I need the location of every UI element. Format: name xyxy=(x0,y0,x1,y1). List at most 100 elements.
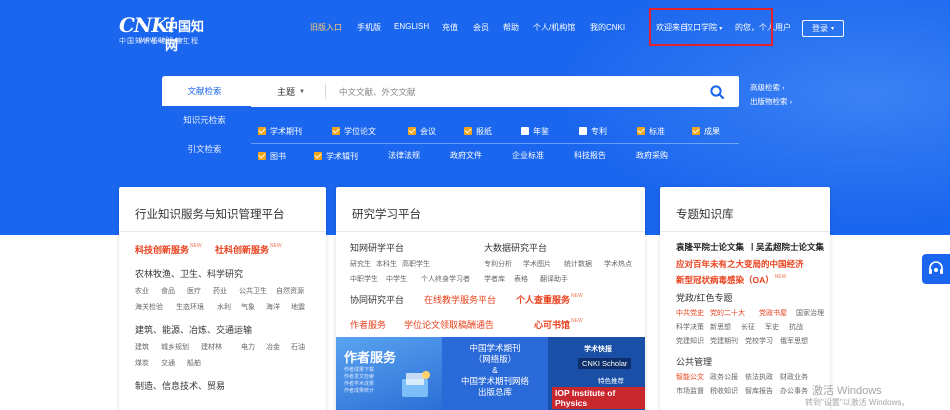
topic-link[interactable]: 办公事务 xyxy=(780,386,808,396)
banner-scholar[interactable]: 学术快报 CNKI Scholar 特色推荐 IOP Institute of … xyxy=(548,337,645,410)
link-author-service[interactable]: 作者服务 xyxy=(350,318,386,331)
industry-link[interactable]: 公共卫生 xyxy=(239,286,267,296)
nav-recharge[interactable]: 充值 xyxy=(442,22,458,36)
study-link[interactable]: 个人终身学习者 xyxy=(421,274,470,284)
study-link[interactable]: 研究生 xyxy=(350,259,371,269)
promo-banner[interactable]: 作者服务 作者成果下载 作者发文检索 作者学术成果 作者成果统计 中国学术期刊 … xyxy=(336,337,645,410)
link-plagiarism-check[interactable]: 个人查重服务NEW xyxy=(516,293,583,306)
link-social-innovation[interactable]: 社科创新服务NEW xyxy=(215,243,282,256)
topic-link[interactable]: 国家治理 xyxy=(796,308,824,318)
industry-link[interactable]: 冶金 xyxy=(266,342,280,352)
industry-link[interactable]: 石油 xyxy=(291,342,305,352)
study-link[interactable]: 高职学生 xyxy=(402,259,430,269)
link-collab-research[interactable]: 协同研究平台 xyxy=(350,293,404,306)
customer-service-button[interactable] xyxy=(922,254,950,284)
industry-link[interactable]: 农业 xyxy=(135,286,149,296)
search-icon[interactable] xyxy=(709,84,725,100)
checkbox-thesis[interactable]: 学位论文 xyxy=(332,125,376,137)
topic-link[interactable]: 政务公报 xyxy=(710,372,738,382)
topic-link[interactable]: 俄军思想 xyxy=(780,336,808,346)
link-gov-procurement[interactable]: 政府采购 xyxy=(636,150,668,161)
nav-old-version[interactable]: 旧版入口 xyxy=(310,22,342,36)
link-wu-papers[interactable]: 吴孟超院士论文集 xyxy=(756,241,824,253)
nav-english[interactable]: ENGLISH xyxy=(394,22,429,36)
bigdata-link[interactable]: 统计数据 xyxy=(564,259,592,269)
industry-link[interactable]: 建筑 xyxy=(135,342,149,352)
industry-link[interactable]: 生态环境 xyxy=(176,302,204,312)
checkbox-newspaper[interactable]: 报纸 xyxy=(464,125,492,137)
topic-link[interactable]: 智库报告 xyxy=(745,386,773,396)
banner-author-service[interactable]: 作者服务 作者成果下载 作者发文检索 作者学术成果 作者成果统计 xyxy=(336,337,442,410)
link-thesis-royalty[interactable]: 学位论文领取稿酬通告 xyxy=(404,318,494,331)
link-cnki-study[interactable]: 知网研学平台 xyxy=(350,241,404,254)
search-input[interactable] xyxy=(339,83,699,100)
industry-link[interactable]: 建材林 xyxy=(201,342,222,352)
topic-link[interactable]: 科学决策 xyxy=(676,322,704,332)
link-yuan-papers[interactable]: 袁隆平院士论文集 xyxy=(676,241,744,253)
advanced-search-link[interactable]: 高级检索 › xyxy=(750,82,785,93)
link-covid[interactable]: 新型冠状病毒感染（OA）NEW xyxy=(676,274,786,286)
topic-link[interactable]: 党建期刊 xyxy=(710,336,738,346)
study-link[interactable]: 中职学生 xyxy=(350,274,378,284)
login-button[interactable]: 登录 ▾ xyxy=(802,20,844,37)
topic-link[interactable]: 长征 xyxy=(741,322,755,332)
industry-link[interactable]: 船舶 xyxy=(187,358,201,368)
topic-link[interactable]: 中共党史 xyxy=(676,308,704,318)
industry-link[interactable]: 自然资源 xyxy=(276,286,304,296)
topic-link[interactable]: 市场监督 xyxy=(676,386,704,396)
industry-link[interactable]: 海洋 xyxy=(266,302,280,312)
bigdata-link[interactable]: 翻译助手 xyxy=(540,274,568,284)
industry-link[interactable]: 电力 xyxy=(241,342,255,352)
bigdata-link[interactable]: 学术图片 xyxy=(523,259,551,269)
link-laws[interactable]: 法律法规 xyxy=(388,150,420,161)
nav-help[interactable]: 帮助 xyxy=(503,22,519,36)
bigdata-link[interactable]: 专利分析 xyxy=(484,259,512,269)
industry-link[interactable]: 海关检验 xyxy=(135,302,163,312)
nav-personal-library[interactable]: 个人/机构馆 xyxy=(533,22,575,36)
industry-link[interactable]: 地震 xyxy=(291,302,305,312)
industry-link[interactable]: 城乡规划 xyxy=(161,342,189,352)
nav-my-cnki[interactable]: 我的CNKI xyxy=(590,22,625,36)
link-bookhall[interactable]: 心可书馆NEW xyxy=(534,318,583,331)
topic-link[interactable]: 党的二十大 xyxy=(710,308,745,318)
nav-member[interactable]: 会员 xyxy=(473,22,489,36)
link-enterprise-standards[interactable]: 企业标准 xyxy=(512,150,544,161)
link-gov-docs[interactable]: 政府文件 xyxy=(450,150,482,161)
topic-link[interactable]: 党政书屋 xyxy=(759,308,787,318)
study-link[interactable]: 本科生 xyxy=(376,259,397,269)
bigdata-link[interactable]: 学者库 xyxy=(484,274,505,284)
industry-link[interactable]: 水利 xyxy=(217,302,231,312)
topic-link[interactable]: 抗战 xyxy=(789,322,803,332)
industry-link[interactable]: 煤炭 xyxy=(135,358,149,368)
checkbox-journal[interactable]: 学术期刊 xyxy=(258,125,302,137)
link-china-economy[interactable]: 应对百年未有之大变局的中国经济 xyxy=(676,258,804,270)
topic-link[interactable]: 军史 xyxy=(765,322,779,332)
tab-citation-search[interactable]: 引文检索 xyxy=(162,134,247,164)
link-tech-innovation[interactable]: 科技创新服务NEW xyxy=(135,243,202,256)
checkbox-academic-collection[interactable]: 学术辑刊 xyxy=(314,150,358,162)
industry-link[interactable]: 医疗 xyxy=(187,286,201,296)
industry-link[interactable]: 食品 xyxy=(161,286,175,296)
industry-link[interactable]: 药业 xyxy=(213,286,227,296)
banner-journal[interactable]: 中国学术期刊 （网络版） & 中国学术期刊网络 出版总库 xyxy=(442,337,548,410)
study-link[interactable]: 中学生 xyxy=(386,274,407,284)
checkbox-book[interactable]: 图书 xyxy=(258,150,286,162)
checkbox-yearbook[interactable]: 年鉴 xyxy=(521,125,549,137)
checkbox-achievement[interactable]: 成果 xyxy=(692,125,720,137)
publication-search-link[interactable]: 出版物检索 › xyxy=(750,96,792,107)
nav-mobile[interactable]: 手机版 xyxy=(357,22,381,36)
link-tech-reports[interactable]: 科技报告 xyxy=(574,150,606,161)
checkbox-conference[interactable]: 会议 xyxy=(408,125,436,137)
tab-knowledge-search[interactable]: 知识元检索 xyxy=(162,105,247,135)
industry-link[interactable]: 气象 xyxy=(241,302,255,312)
topic-link[interactable]: 财政业务 xyxy=(780,372,808,382)
topic-link[interactable]: 党校学习 xyxy=(745,336,773,346)
topic-link[interactable]: 税收知识 xyxy=(710,386,738,396)
bigdata-link[interactable]: 学术热点 xyxy=(604,259,632,269)
checkbox-patent[interactable]: 专利 xyxy=(579,125,607,137)
topic-link[interactable]: 依法执政 xyxy=(745,372,773,382)
topic-link[interactable]: 党建知识 xyxy=(676,336,704,346)
industry-link[interactable]: 交通 xyxy=(161,358,175,368)
checkbox-standard[interactable]: 标准 xyxy=(637,125,665,137)
tab-literature-search[interactable]: 文献检索 xyxy=(162,76,251,106)
